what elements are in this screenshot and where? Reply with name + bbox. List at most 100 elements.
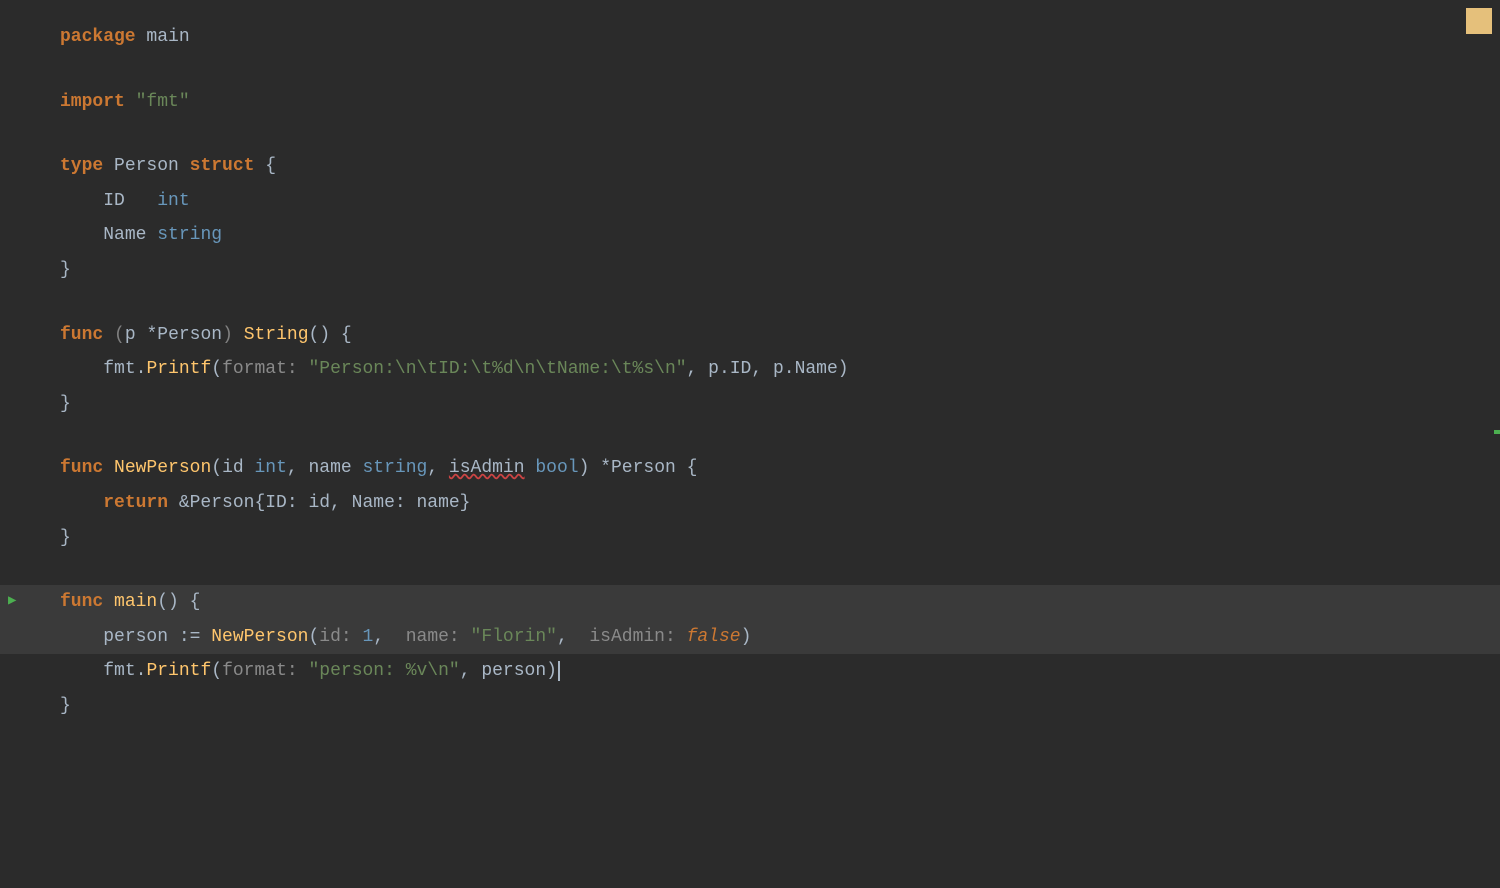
text-paren-open4: ( (211, 661, 222, 681)
text-indent4 (60, 661, 103, 681)
text-main: main (136, 27, 190, 47)
line-14-content: func NewPerson(id int, name string, isAd… (0, 453, 737, 484)
text-star: * (146, 325, 157, 345)
keyword-func3: func (60, 592, 103, 612)
var-person: person (103, 627, 179, 647)
param-id: id (222, 458, 254, 478)
text-brace-close: } (60, 260, 71, 280)
text-indent (60, 359, 103, 379)
text-fmt: fmt. (103, 359, 146, 379)
line-19-content: person := NewPerson(id: 1, name: "Florin… (0, 622, 791, 653)
text-brace-close3: } (60, 528, 71, 548)
param-id-label: id: (319, 627, 362, 647)
type-string: string (157, 225, 222, 245)
param-name-label: name: (406, 627, 471, 647)
keyword-import: import (60, 92, 125, 112)
keyword-type: type (60, 156, 103, 176)
scroll-indicator-top (1494, 430, 1500, 434)
string-format1: "Person:\n\tID:\t%d\n\tName:\t%s\n" (308, 359, 686, 379)
method-printf: Printf (146, 359, 211, 379)
line-16-content: } (0, 523, 111, 554)
line-8-content: } (0, 255, 111, 286)
text-comma3: , (427, 458, 449, 478)
text-space4 (525, 458, 536, 478)
code-line-12: } (0, 387, 1500, 422)
code-line-20: fmt.Printf(format: "person: %v\n", perso… (0, 654, 1500, 689)
text-space (125, 92, 136, 112)
string-fmt: "fmt" (136, 92, 190, 112)
param-isadmin-label: isAdmin: (589, 627, 686, 647)
code-editor: package main import "fmt" type Person st… (0, 0, 1500, 888)
code-line-7: Name string (0, 218, 1500, 253)
text-paren-open3: ( (308, 627, 319, 647)
func-newperson: NewPerson (114, 458, 211, 478)
keyword-package: package (60, 27, 136, 47)
code-line-5: type Person struct { (0, 149, 1500, 184)
text-comma: , p.ID, p.Name) (687, 359, 849, 379)
code-line-16: } (0, 521, 1500, 556)
text-space5: &Person{ID: id, Name: name} (168, 493, 470, 513)
string-florin: "Florin" (471, 627, 557, 647)
text-space (103, 325, 114, 345)
field-id: ID (103, 191, 157, 211)
code-line-18: ▶ func main() { (0, 585, 1500, 620)
code-line-1: package main (0, 20, 1500, 55)
string-format2: "person: %v\n" (308, 661, 459, 681)
line-1-content: package main (0, 22, 230, 53)
param-isadmin: isAdmin (449, 458, 525, 478)
line-3-content: import "fmt" (0, 87, 230, 118)
receiver-p: p (125, 325, 147, 345)
call-newperson: NewPerson (211, 627, 308, 647)
text-person: Person (103, 156, 189, 176)
code-line-9 (0, 288, 1500, 318)
code-line-13 (0, 421, 1500, 451)
line-15-content: return &Person{ID: id, Name: name} (0, 488, 510, 519)
text-receiver-close: ) (222, 325, 233, 345)
code-line-10: func (p *Person) String() { (0, 318, 1500, 353)
text-receiver-open: ( (114, 325, 125, 345)
run-button[interactable]: ▶ (8, 591, 16, 615)
text-brace-close2: } (60, 394, 71, 414)
param-format: format: (222, 359, 308, 379)
line-7-content: Name string (0, 220, 262, 251)
code-line-6: ID int (0, 184, 1500, 219)
line-12-content: } (0, 389, 111, 420)
text-comma5: , (557, 627, 589, 647)
code-line-8: } (0, 253, 1500, 288)
text-fmt2: fmt. (103, 661, 146, 681)
keyword-struct: struct (190, 156, 255, 176)
text-space3 (103, 458, 114, 478)
code-line-14: func NewPerson(id int, name string, isAd… (0, 451, 1500, 486)
method-printf2: Printf (146, 661, 211, 681)
line-10-content: func (p *Person) String() { (0, 320, 392, 351)
type-int: int (157, 191, 189, 211)
text-comma6: , person) (460, 661, 557, 681)
text-comma2: , (287, 458, 309, 478)
code-line-19: person := NewPerson(id: 1, name: "Florin… (0, 620, 1500, 655)
param-name: name (308, 458, 362, 478)
text-brace-close4: } (60, 696, 71, 716)
text-indent (60, 191, 103, 211)
line-20-content: fmt.Printf(format: "person: %v\n", perso… (0, 656, 600, 687)
text-indent3 (60, 627, 103, 647)
text-brace-open2: { (676, 458, 698, 478)
value-1: 1 (363, 627, 374, 647)
line-6-content: ID int (0, 186, 230, 217)
value-false: false (687, 627, 741, 647)
code-line-2 (0, 55, 1500, 85)
line-5-content: type Person struct { (0, 151, 316, 182)
text-paren-close: ) (579, 458, 601, 478)
func-main: main (114, 592, 157, 612)
type-person-recv: Person (157, 325, 222, 345)
code-line-17 (0, 555, 1500, 585)
text-star2: * (600, 458, 611, 478)
text-paren-close2: ) (741, 627, 752, 647)
code-line-15: return &Person{ID: id, Name: name} (0, 486, 1500, 521)
field-name: Name (103, 225, 157, 245)
text-indent (60, 225, 103, 245)
code-line-11: fmt.Printf(format: "Person:\n\tID:\t%d\n… (0, 352, 1500, 387)
text-paren-open2: ( (211, 458, 222, 478)
code-line-3: import "fmt" (0, 85, 1500, 120)
type-string2: string (363, 458, 428, 478)
line-18-content: func main() { (0, 587, 240, 618)
